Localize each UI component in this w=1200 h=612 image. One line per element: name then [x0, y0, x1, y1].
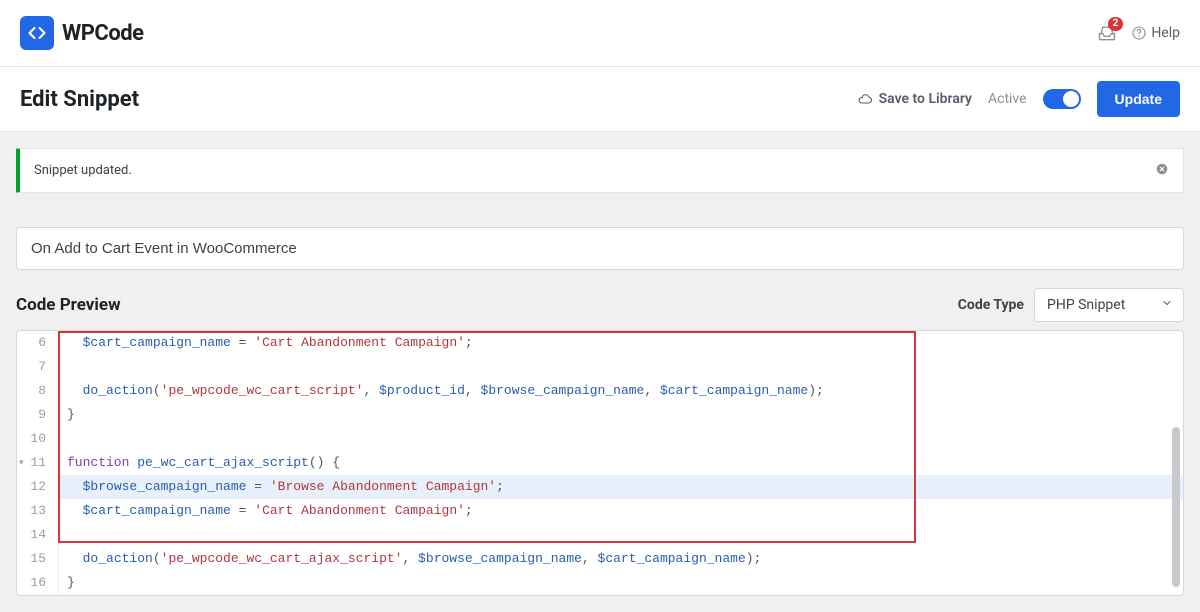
brand-name: WPCode [62, 21, 144, 46]
line-number: 15 [17, 547, 59, 571]
code-line[interactable]: 13 $cart_campaign_name = 'Cart Abandonme… [17, 499, 1183, 523]
line-number: 13 [17, 499, 59, 523]
code-editor[interactable]: 6 $cart_campaign_name = 'Cart Abandonmen… [16, 330, 1184, 596]
save-to-library-label: Save to Library [879, 91, 972, 107]
brand-logo[interactable]: WPCode [20, 16, 144, 50]
code-line[interactable]: 12 $browse_campaign_name = 'Browse Aband… [17, 475, 1183, 499]
code-line[interactable]: 8 do_action('pe_wpcode_wc_cart_script', … [17, 379, 1183, 403]
code-content[interactable] [59, 355, 1183, 379]
save-to-library-button[interactable]: Save to Library [857, 91, 972, 107]
code-content[interactable] [59, 427, 1183, 451]
active-status-label: Active [988, 91, 1027, 107]
code-content[interactable]: $browse_campaign_name = 'Browse Abandonm… [59, 475, 1183, 499]
code-line[interactable]: 11▾function pe_wc_cart_ajax_script() { [17, 451, 1183, 475]
code-line[interactable]: 7 [17, 355, 1183, 379]
success-notice: Snippet updated. [16, 148, 1184, 193]
page-title: Edit Snippet [20, 87, 139, 112]
notice-text: Snippet updated. [34, 163, 132, 178]
code-type-group: Code Type PHP Snippet [958, 288, 1184, 322]
active-toggle[interactable] [1043, 89, 1081, 109]
logo-badge-icon [20, 16, 54, 50]
code-content[interactable]: function pe_wc_cart_ajax_script() { [59, 451, 1183, 475]
code-content[interactable]: $cart_campaign_name = 'Cart Abandonment … [59, 331, 1183, 355]
line-number: 16 [17, 571, 59, 595]
top-right: 2 Help [1097, 23, 1180, 43]
code-line[interactable]: 10 [17, 427, 1183, 451]
code-content[interactable]: } [59, 403, 1183, 427]
help-link[interactable]: Help [1131, 25, 1180, 41]
line-number: 8 [17, 379, 59, 403]
code-preview-heading: Code Preview [16, 295, 121, 315]
title-bar: Edit Snippet Save to Library Active Upda… [0, 67, 1200, 132]
code-line[interactable]: 14 [17, 523, 1183, 547]
code-content[interactable] [59, 523, 1183, 547]
code-line[interactable]: 16} [17, 571, 1183, 595]
code-content[interactable]: do_action('pe_wpcode_wc_cart_script', $p… [59, 379, 1183, 403]
dismiss-notice-button[interactable] [1155, 161, 1169, 180]
code-line[interactable]: 9} [17, 403, 1183, 427]
code-content[interactable]: } [59, 571, 1183, 595]
help-label: Help [1151, 25, 1180, 41]
fold-marker-icon[interactable]: ▾ [19, 451, 24, 475]
code-type-select[interactable]: PHP Snippet [1034, 288, 1184, 322]
code-content[interactable]: $cart_campaign_name = 'Cart Abandonment … [59, 499, 1183, 523]
cloud-icon [857, 91, 873, 107]
close-icon [1155, 162, 1169, 176]
scrollbar-track[interactable] [1172, 337, 1180, 589]
line-number: 12 [17, 475, 59, 499]
notifications-button[interactable]: 2 [1097, 23, 1117, 43]
notification-count-badge: 2 [1108, 17, 1124, 31]
chevron-down-icon [1161, 297, 1173, 313]
code-line[interactable]: 15 do_action('pe_wpcode_wc_cart_ajax_scr… [17, 547, 1183, 571]
code-type-value: PHP Snippet [1047, 297, 1125, 313]
line-number: 11▾ [17, 451, 59, 475]
title-right: Save to Library Active Update [857, 81, 1180, 117]
help-icon [1131, 25, 1147, 41]
line-number: 6 [17, 331, 59, 355]
code-line[interactable]: 6 $cart_campaign_name = 'Cart Abandonmen… [17, 331, 1183, 355]
scrollbar-thumb[interactable] [1172, 427, 1180, 587]
line-number: 9 [17, 403, 59, 427]
content-area: Snippet updated. Code Preview Code Type … [0, 132, 1200, 612]
line-number: 14 [17, 523, 59, 547]
update-button[interactable]: Update [1097, 81, 1180, 117]
line-number: 10 [17, 427, 59, 451]
snippet-title-input[interactable] [16, 227, 1184, 270]
code-type-label: Code Type [958, 297, 1024, 313]
line-number: 7 [17, 355, 59, 379]
code-content[interactable]: do_action('pe_wpcode_wc_cart_ajax_script… [59, 547, 1183, 571]
top-bar: WPCode 2 Help [0, 0, 1200, 67]
preview-header-row: Code Preview Code Type PHP Snippet [16, 288, 1184, 322]
